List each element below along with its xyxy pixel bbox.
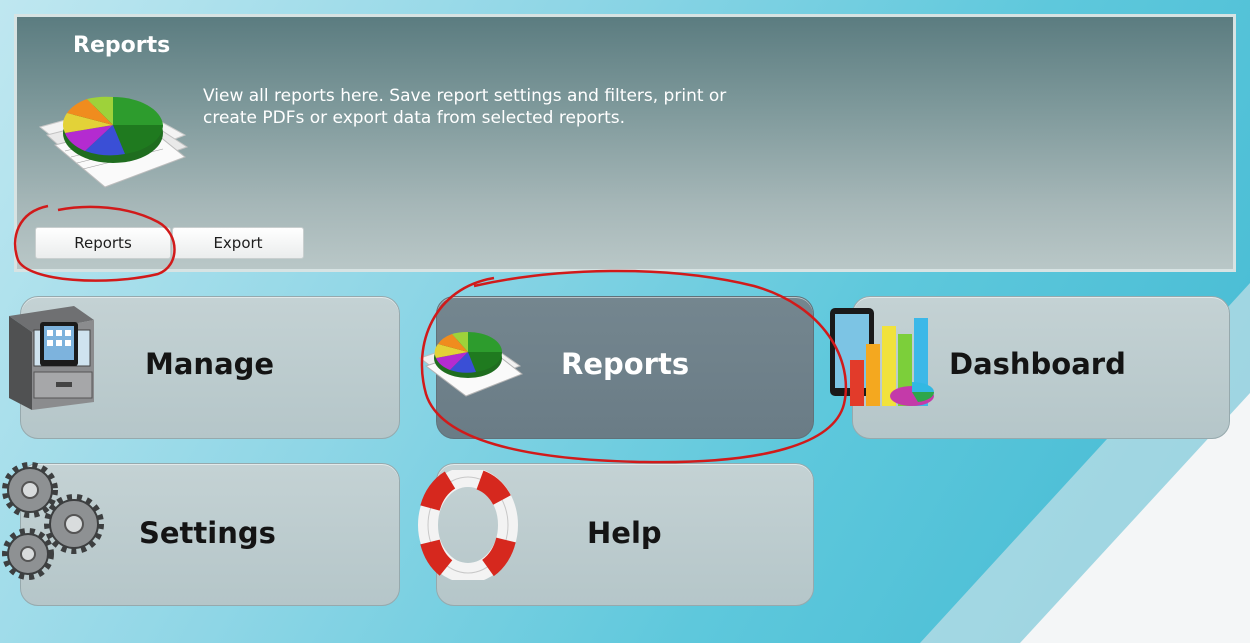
page-title: Reports	[73, 33, 171, 58]
pie-chart-icon	[418, 331, 523, 397]
dashboard-label: Dashboard	[949, 347, 1126, 381]
pie-chart-report-icon	[38, 96, 189, 188]
file-cabinet-icon	[9, 306, 94, 410]
manage-label: Manage	[145, 347, 275, 381]
lifebuoy-icon	[418, 470, 518, 580]
tab-reports[interactable]: Reports	[35, 227, 171, 259]
bar-chart-icon	[830, 308, 935, 406]
settings-label: Settings	[139, 516, 276, 550]
page-description: View all reports here. Save report setti…	[203, 86, 727, 128]
gears-icon	[2, 462, 104, 580]
reports-header-panel: Reports View all reports here. Save repo…	[14, 14, 1236, 272]
help-label: Help	[587, 516, 662, 550]
reports-label: Reports	[561, 347, 690, 381]
tab-export[interactable]: Export	[172, 227, 304, 259]
